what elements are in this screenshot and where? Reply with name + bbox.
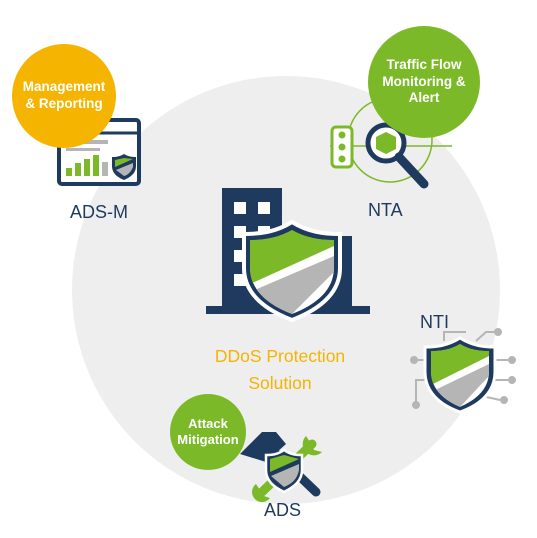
- nti-label: NTI: [420, 312, 449, 332]
- nta-label: NTA: [368, 200, 403, 220]
- attack-mitigation-bubble: Attack Mitigation: [170, 394, 246, 470]
- center-title: DDoS Protection Solution: [190, 343, 370, 397]
- center-title-line: Solution: [248, 373, 312, 394]
- center-title-line: DDoS Protection: [214, 346, 346, 366]
- bubble-line: Alert: [408, 90, 440, 106]
- bubble-line: Monitoring &: [382, 73, 466, 89]
- bubble-line: & Reporting: [25, 96, 103, 111]
- traffic-flow-bubble: Traffic Flow Monitoring & Alert: [368, 26, 480, 138]
- bubble-line: Management: [22, 79, 106, 95]
- bubble-line: Traffic Flow: [386, 56, 462, 72]
- bubble-line: Attack: [188, 415, 228, 431]
- adsm-label: ADS-M: [70, 202, 128, 222]
- management-reporting-bubble: Management & Reporting: [12, 44, 116, 148]
- bubble-line: Mitigation: [177, 432, 239, 447]
- ddos-solution-diagram: Management & Reporting Traffic Flow Moni…: [0, 0, 537, 538]
- ads-label: ADS: [264, 500, 302, 520]
